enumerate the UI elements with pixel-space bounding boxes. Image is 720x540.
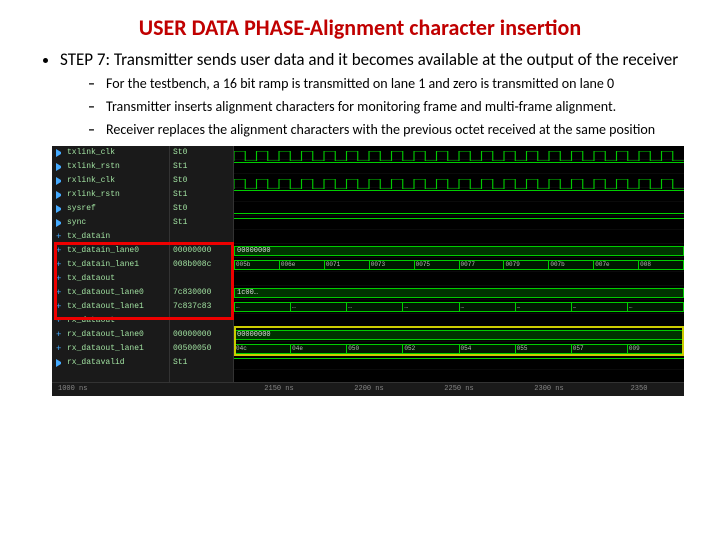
sub-bullet: Transmitter inserts alignment characters… (88, 98, 684, 117)
plus-icon: + (56, 331, 64, 339)
flat-high (234, 218, 684, 219)
flat-high (234, 358, 684, 359)
sub-bullet: For the testbench, a 16 bit ramp is tran… (88, 75, 684, 94)
triangle-icon (56, 177, 64, 185)
sub-bullet: Receiver replaces the alignment characte… (88, 121, 684, 140)
bus-wave-segments: 04c 04e 050 052 054 055 057 009 (234, 344, 684, 354)
waveform-column: 00000000 005b006e00710073007500770079007… (234, 146, 684, 396)
slide-body: STEP 7: Transmitter sends user data and … (0, 49, 720, 140)
status-bar: 1000 ns (52, 382, 234, 396)
plus-icon: + (56, 247, 64, 255)
plus-icon: + (56, 289, 64, 297)
waveform-screenshot: txlink_clk txlink_rstn rxlink_clk rxlink… (52, 146, 684, 396)
triangle-icon (56, 219, 64, 227)
main-bullet: STEP 7: Transmitter sends user data and … (60, 49, 684, 140)
bus-wave: 00000000 (234, 246, 684, 256)
plus-icon: + (56, 317, 64, 325)
clock-wave (234, 148, 684, 158)
signal-names-column: txlink_clk txlink_rstn rxlink_clk rxlink… (52, 146, 170, 396)
triangle-icon (56, 149, 64, 157)
bus-wave-segments: …………………… (234, 302, 684, 312)
flat-high (234, 190, 684, 191)
plus-icon: + (56, 303, 64, 311)
bus-wave: 00000000 (234, 330, 684, 340)
plus-icon: + (56, 233, 64, 241)
triangle-icon (56, 205, 64, 213)
triangle-icon (56, 359, 64, 367)
plus-icon: + (56, 345, 64, 353)
flat-low (234, 213, 684, 214)
plus-icon: + (56, 261, 64, 269)
clock-wave (234, 176, 684, 186)
triangle-icon (56, 163, 64, 171)
plus-icon: + (56, 275, 64, 283)
timeline: 2150 ns 2200 ns 2250 ns 2300 ns 2350 (234, 382, 684, 396)
flat-high (234, 162, 684, 163)
bus-wave-segments: 005b006e00710073007500770079007b007e008 (234, 260, 684, 270)
signal-values-column: St0 St1 St0 St1 St0 St1 00000000 008b008… (170, 146, 234, 396)
slide-title: USER DATA PHASE-Alignment character inse… (0, 0, 720, 49)
triangle-icon (56, 191, 64, 199)
bus-wave: 1c00… (234, 288, 684, 298)
